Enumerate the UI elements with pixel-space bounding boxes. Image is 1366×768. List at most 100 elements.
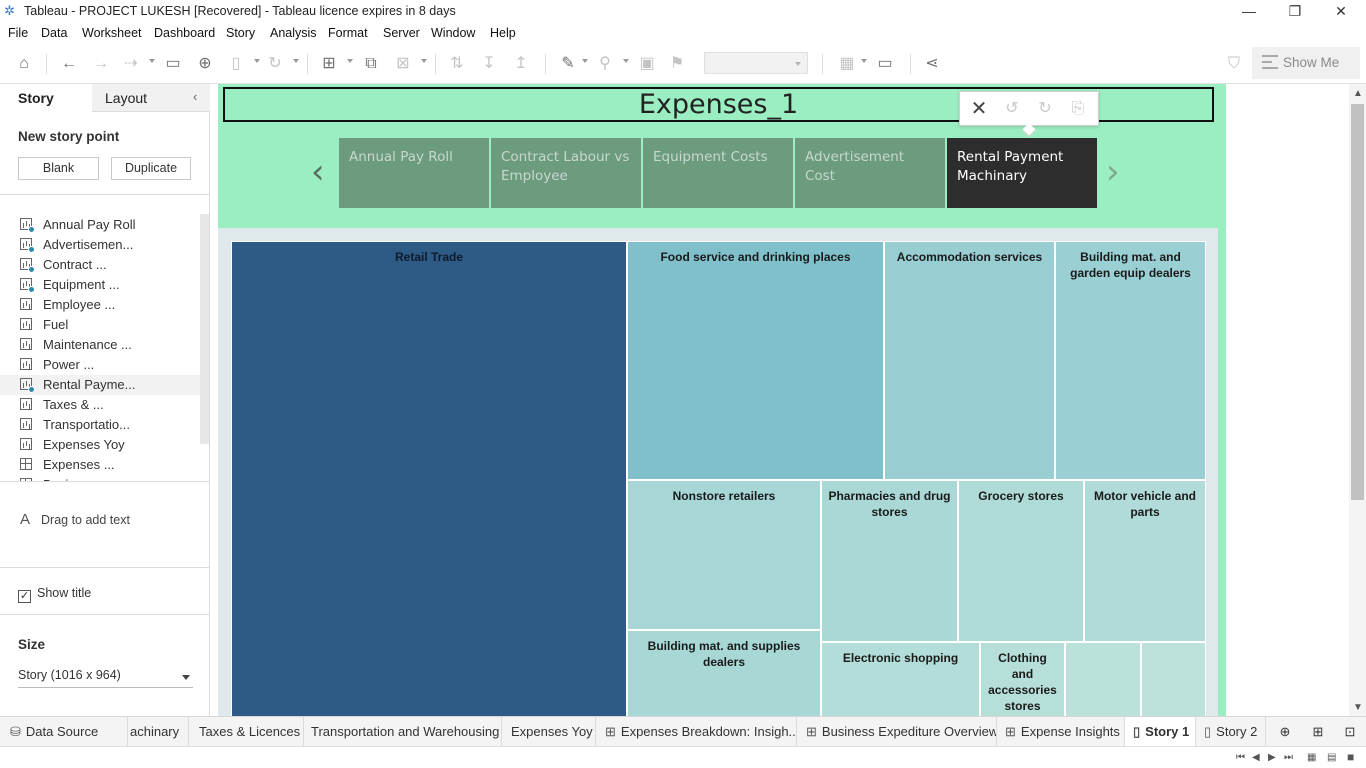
sheet-list-item[interactable]: Equipment ...: [0, 275, 200, 295]
menu-worksheet[interactable]: Worksheet: [82, 26, 142, 40]
tab-data-source[interactable]: ⛁ Data Source: [0, 717, 128, 747]
fit-size-combo[interactable]: [704, 52, 808, 74]
group-dropdown-arrow[interactable]: [623, 59, 629, 63]
sheet-list-item[interactable]: Power ...: [0, 355, 200, 375]
story-point-rental-payment[interactable]: Rental Payment Machinary: [947, 138, 1097, 208]
sheet-list-item[interactable]: Advertisemen...: [0, 235, 200, 255]
next-sheet-icon[interactable]: ▶: [1268, 752, 1276, 763]
treemap-cell-grocery-stores[interactable]: Grocery stores: [958, 480, 1084, 642]
size-select[interactable]: Story (1016 x 964): [18, 668, 193, 688]
blank-button[interactable]: Blank: [18, 157, 99, 180]
treemap-cell-nonstore-retailers[interactable]: Nonstore retailers: [627, 480, 821, 630]
tab-expenses-breakdown[interactable]: ⊞ Expenses Breakdown: Insigh...: [596, 717, 797, 747]
menu-dashboard[interactable]: Dashboard: [154, 26, 215, 40]
sheet-sorter-icon[interactable]: ▦: [1307, 752, 1316, 763]
pause-icon[interactable]: ▯: [225, 53, 247, 75]
story-point-advertisement-cost[interactable]: Advertisement Cost: [795, 138, 945, 208]
menu-format[interactable]: Format: [328, 26, 368, 40]
treemap-cell-building-supplies[interactable]: Building mat. and supplies dealers: [627, 630, 821, 716]
scroll-down-icon[interactable]: ▼: [1353, 702, 1363, 713]
new-dashboard-tab-button[interactable]: ⊞: [1303, 717, 1333, 747]
menu-help[interactable]: Help: [490, 26, 516, 40]
treemap-cell-unlabeled-1[interactable]: [1065, 642, 1141, 716]
tab-rental-payment-machinary[interactable]: achinary: [128, 717, 189, 747]
clear-dropdown-arrow[interactable]: [421, 59, 427, 63]
highlight-icon[interactable]: ✎: [557, 53, 579, 75]
duplicate-icon[interactable]: ⧉: [360, 53, 382, 75]
next-story-point-icon[interactable]: ›: [1106, 152, 1120, 192]
drag-to-add-text[interactable]: A Drag to add text: [20, 511, 130, 528]
sheet-list-item[interactable]: Annual Pay Roll: [0, 215, 200, 235]
treemap-cell-retail-trade[interactable]: Retail Trade: [231, 241, 627, 716]
menu-analysis[interactable]: Analysis: [270, 26, 317, 40]
save-icon[interactable]: ▭: [162, 53, 184, 75]
save-as-new-icon[interactable]: ⎘: [1067, 98, 1089, 120]
checkbox-icon[interactable]: ✓: [18, 590, 31, 603]
first-sheet-icon[interactable]: ⏮: [1236, 752, 1245, 763]
sheet-list-item[interactable]: Maintenance ...: [0, 335, 200, 355]
swap-icon[interactable]: ⇅: [446, 53, 468, 75]
treemap-cell-motor-vehicle[interactable]: Motor vehicle and parts: [1084, 480, 1206, 642]
refresh-icon[interactable]: ↻: [264, 53, 286, 75]
show-title-checkbox[interactable]: ✓ Show title: [18, 586, 91, 603]
sheet-list-item[interactable]: Transportatio...: [0, 415, 200, 435]
tab-transportation-warehousing[interactable]: Transportation and Warehousing: [304, 717, 502, 747]
minimize-button[interactable]: —: [1226, 0, 1272, 23]
group-icon[interactable]: ⚲: [594, 53, 616, 75]
treemap-cell-building-garden[interactable]: Building mat. and garden equip dealers: [1055, 241, 1206, 480]
tab-taxes-licences[interactable]: Taxes & Licences: [189, 717, 304, 747]
sheet-list-item[interactable]: Employee ...: [0, 295, 200, 315]
menu-server[interactable]: Server: [383, 26, 420, 40]
delete-story-point-icon[interactable]: ✕: [968, 98, 990, 120]
paint-roller-icon[interactable]: ⛉: [1223, 53, 1245, 75]
fit-dropdown-arrow[interactable]: [861, 59, 867, 63]
filmstrip-icon[interactable]: ▤: [1327, 752, 1336, 763]
presentation-icon[interactable]: ▭: [874, 53, 896, 75]
menu-file[interactable]: File: [8, 26, 28, 40]
sheet-list-item[interactable]: Expenses ...: [0, 455, 200, 475]
treemap-cell-accommodation[interactable]: Accommodation services: [884, 241, 1055, 480]
fit-icon[interactable]: ▦: [836, 53, 858, 75]
restore-button[interactable]: ❐: [1272, 0, 1318, 23]
scroll-up-icon[interactable]: ▲: [1353, 88, 1363, 99]
sort-ascending-icon[interactable]: ↧: [478, 53, 500, 75]
sheet-list-scrollbar[interactable]: [200, 214, 209, 444]
redo-icon[interactable]: →: [90, 53, 112, 75]
pause-dropdown-arrow[interactable]: [254, 59, 260, 63]
menu-data[interactable]: Data: [41, 26, 67, 40]
story-point-annual-pay-roll[interactable]: Annual Pay Roll: [339, 138, 489, 208]
previous-story-point-icon[interactable]: ‹: [311, 152, 325, 192]
close-window-button[interactable]: ✕: [1318, 0, 1364, 23]
scrollbar-thumb[interactable]: [1351, 104, 1364, 500]
sort-descending-icon[interactable]: ↥: [510, 53, 532, 75]
previous-sheet-icon[interactable]: ◀: [1252, 752, 1260, 763]
replay-dropdown-arrow[interactable]: [149, 59, 155, 63]
tab-story[interactable]: Story: [0, 84, 92, 112]
refresh-dropdown-arrow[interactable]: [293, 59, 299, 63]
new-story-tab-button[interactable]: ⊡: [1336, 717, 1364, 747]
pin-icon[interactable]: ⚑: [666, 53, 688, 75]
show-me-button[interactable]: Show Me: [1252, 47, 1360, 79]
menu-story[interactable]: Story: [226, 26, 255, 40]
tab-business-expediture-overview[interactable]: ⊞ Business Expediture Overview: [797, 717, 997, 747]
treemap-cell-pharmacies[interactable]: Pharmacies and drug stores: [821, 480, 958, 642]
collapse-panel-icon[interactable]: ‹: [193, 89, 197, 104]
tab-expenses-yoy[interactable]: Expenses Yoy: [502, 717, 596, 747]
tabs-view-icon[interactable]: ■: [1347, 750, 1354, 764]
tab-story-2[interactable]: ▯ Story 2: [1196, 717, 1266, 747]
story-point-contract-labour[interactable]: Contract Labour vs Employee: [491, 138, 641, 208]
duplicate-button[interactable]: Duplicate: [111, 157, 191, 180]
update-icon[interactable]: ↻: [1034, 98, 1056, 120]
tab-expense-insights[interactable]: ⊞ Expense Insights: [997, 717, 1125, 747]
new-worksheet-dropdown-arrow[interactable]: [347, 59, 353, 63]
highlight-dropdown-arrow[interactable]: [582, 59, 588, 63]
tab-story-1[interactable]: ▯ Story 1: [1125, 717, 1196, 747]
treemap-cell-food-service[interactable]: Food service and drinking places: [627, 241, 884, 480]
sheet-list-item[interactable]: Taxes & ...: [0, 395, 200, 415]
clear-icon[interactable]: ⊠: [392, 53, 414, 75]
treemap-cell-unlabeled-2[interactable]: [1141, 642, 1206, 716]
sheet-list-item[interactable]: Contract ...: [0, 255, 200, 275]
menu-window[interactable]: Window: [431, 26, 475, 40]
share-icon[interactable]: ⋖: [921, 53, 943, 75]
treemap-cell-electronic-shopping[interactable]: Electronic shopping: [821, 642, 980, 716]
